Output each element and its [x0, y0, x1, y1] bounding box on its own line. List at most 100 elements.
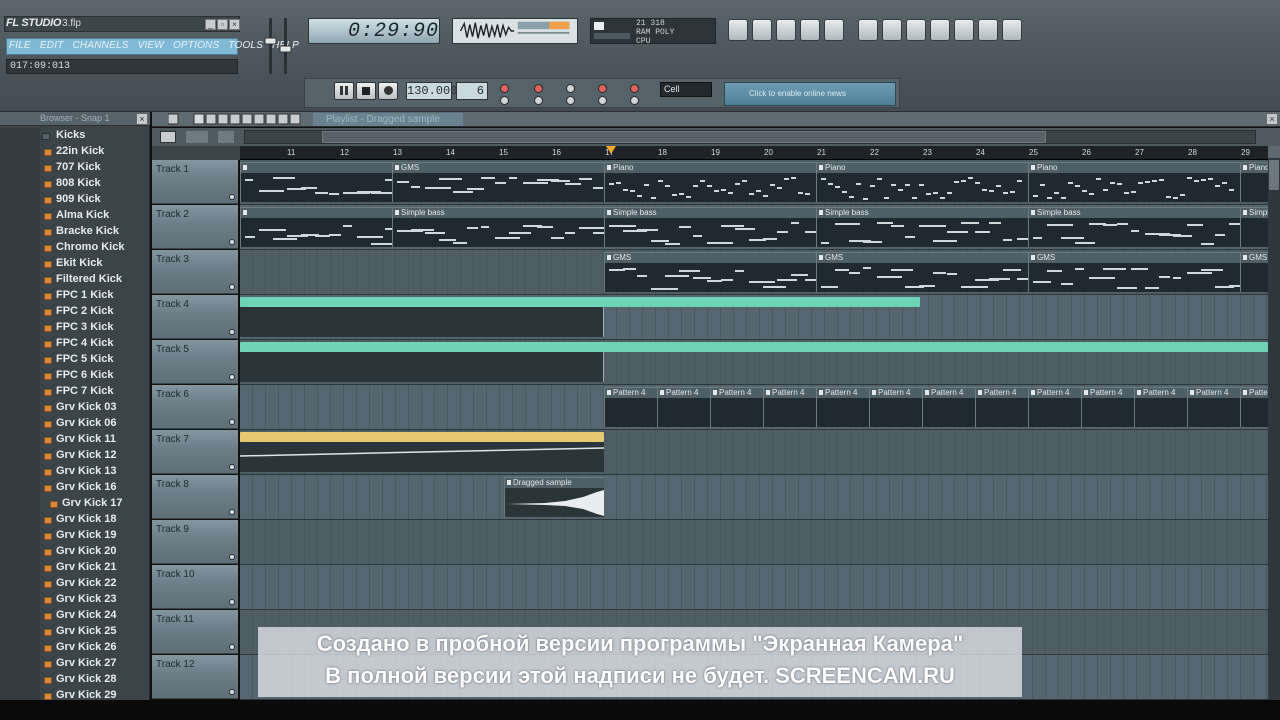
menu-file[interactable]: FILE	[9, 40, 31, 51]
track-lane[interactable]: Pattern 4 Pattern 4 Pattern 4 Pattern 4 Patt…	[240, 385, 1280, 430]
menu-edit[interactable]: EDIT	[40, 40, 64, 51]
browser-item[interactable]: Grv Kick 17	[0, 496, 150, 512]
audio-clip[interactable]	[240, 342, 1268, 352]
browser-item[interactable]: FPC 1 Kick	[0, 288, 150, 304]
track-select-dot[interactable]	[229, 554, 235, 560]
horizontal-scroll-thumb[interactable]	[322, 131, 1046, 143]
track-header[interactable]: Track 4	[152, 295, 238, 339]
track-header[interactable]: Track 5	[152, 340, 238, 384]
browser-item[interactable]: Filtered Kick	[0, 272, 150, 288]
browser-item[interactable]: Alma Kick	[0, 208, 150, 224]
track-lane[interactable]	[240, 340, 1268, 385]
pattern-clip[interactable]	[240, 162, 403, 202]
wait-input-toggle[interactable]	[534, 84, 543, 93]
pattern-selector[interactable]: 6	[456, 82, 488, 100]
browser-item[interactable]: Grv Kick 13	[0, 464, 150, 480]
track-select-dot[interactable]	[229, 464, 235, 470]
track-header[interactable]: Track 11	[152, 610, 238, 654]
help-button[interactable]	[1002, 19, 1022, 41]
track-lane[interactable]	[240, 565, 1268, 610]
pattern-clip[interactable]: GMS	[1028, 252, 1245, 292]
browser-item[interactable]: Grv Kick 25	[0, 624, 150, 640]
menu-channels[interactable]: CHANNELS	[73, 40, 129, 51]
pattern-clip[interactable]: Simple bass	[392, 207, 617, 247]
menu-view[interactable]: VIEW	[138, 40, 164, 51]
pattern-clip[interactable]: Simple bass	[1028, 207, 1256, 247]
browser-item[interactable]: Grv Kick 11	[0, 432, 150, 448]
pattern-clip[interactable]	[240, 207, 405, 247]
playhead-marker[interactable]	[606, 146, 616, 154]
menu-options[interactable]: OPTIONS	[173, 40, 219, 51]
track-select-dot[interactable]	[229, 599, 235, 605]
pattern-clip[interactable]: Pattern 4	[869, 387, 922, 427]
undo-button[interactable]	[858, 19, 878, 41]
time-ruler[interactable]: 11 12 13 14 15 16 17 18 19 20 21 22 23 24 25 26 27 28 29	[240, 146, 1268, 160]
pattern-clip[interactable]: Simple bass	[816, 207, 1043, 247]
multilink-toggle[interactable]	[598, 96, 607, 105]
track-header[interactable]: Track 6	[152, 385, 238, 429]
snap-icon[interactable]	[160, 131, 176, 143]
browser-item[interactable]: 808 Kick	[0, 176, 150, 192]
pattern-clip[interactable]: Simple bass	[1240, 207, 1268, 247]
track-header[interactable]: Track 10	[152, 565, 238, 609]
audio-clip[interactable]	[240, 297, 920, 307]
browser-item[interactable]: Grv Kick 06	[0, 416, 150, 432]
track-header[interactable]: Track 7	[152, 430, 238, 474]
browser-item[interactable]: Grv Kick 19	[0, 528, 150, 544]
pattern-clip[interactable]: Pattern 4	[1134, 387, 1187, 427]
typing-keyboard-toggle[interactable]	[566, 96, 575, 105]
scroll-up-button[interactable]	[1268, 146, 1280, 158]
browser-item[interactable]: FPC 5 Kick	[0, 352, 150, 368]
browser-item[interactable]: 909 Kick	[0, 192, 150, 208]
browser-item[interactable]: 22in Kick	[0, 144, 150, 160]
track-select-dot[interactable]	[229, 194, 235, 200]
save-button[interactable]	[882, 19, 902, 41]
browser-item[interactable]: Grv Kick 26	[0, 640, 150, 656]
record-audio-button[interactable]	[930, 19, 950, 41]
pattern-clip[interactable]: Piano	[1240, 162, 1268, 202]
pattern-clip[interactable]: Pattern 4	[1187, 387, 1240, 427]
vertical-scroll-thumb[interactable]	[1269, 160, 1279, 190]
countdown-toggle[interactable]	[566, 84, 575, 93]
track-lane[interactable]: GMS GMS GMS GMS	[240, 250, 1268, 295]
pattern-clip[interactable]: Pattern 4	[657, 387, 710, 427]
minimize-button[interactable]: _	[205, 19, 216, 30]
browser-item[interactable]: Ekit Kick	[0, 256, 150, 272]
track-lane[interactable]: Simple bass Simple bass Simple bass Simple …	[240, 205, 1268, 250]
audio-icon[interactable]	[218, 131, 234, 143]
browser-item[interactable]: Grv Kick 20	[0, 544, 150, 560]
pattern-clip[interactable]: Pattern 4	[604, 387, 657, 427]
audio-clip-body[interactable]	[240, 307, 604, 337]
browser-item[interactable]: 707 Kick	[0, 160, 150, 176]
pattern-clip[interactable]: Simple bass	[604, 207, 830, 247]
pattern-clip[interactable]: Pattern 4	[710, 387, 763, 427]
track-select-dot[interactable]	[229, 419, 235, 425]
pattern-clip[interactable]: Piano	[1028, 162, 1240, 202]
playlist-close-button[interactable]: ×	[1266, 113, 1278, 125]
loop-toggle[interactable]	[500, 96, 509, 105]
track-lane[interactable]: GMS Piano Piano Piano Piano	[240, 160, 1268, 205]
browser-item[interactable]: Grv Kick 03	[0, 400, 150, 416]
audio-clip-body[interactable]	[240, 352, 604, 382]
track-header[interactable]: Track 12	[152, 655, 238, 699]
browser-item[interactable]: Grv Kick 12	[0, 448, 150, 464]
track-header[interactable]: Track 2	[152, 205, 238, 249]
pattern-clip[interactable]: Pattern 4	[1028, 387, 1081, 427]
browser-item[interactable]: Grv Kick 16	[0, 480, 150, 496]
automation-clip-body[interactable]	[239, 442, 605, 472]
browser-item[interactable]: FPC 4 Kick	[0, 336, 150, 352]
track-lane[interactable]	[240, 520, 1268, 565]
track-select-dot[interactable]	[229, 374, 235, 380]
track-header[interactable]: Track 8	[152, 475, 238, 519]
browser-item[interactable]: Grv Kick 22	[0, 576, 150, 592]
track-select-dot[interactable]	[229, 509, 235, 515]
pattern-clip[interactable]: Piano	[816, 162, 1028, 202]
vertical-scrollbar[interactable]	[1268, 146, 1280, 720]
step-sequencer-button[interactable]	[752, 19, 772, 41]
browser-item[interactable]: FPC 3 Kick	[0, 320, 150, 336]
pattern-clip[interactable]: Pattern 4	[975, 387, 1028, 427]
pattern-clip[interactable]: GMS	[392, 162, 604, 202]
piano-roll-button[interactable]	[776, 19, 796, 41]
browser-button[interactable]	[800, 19, 820, 41]
browser-item[interactable]: Grv Kick 23	[0, 592, 150, 608]
